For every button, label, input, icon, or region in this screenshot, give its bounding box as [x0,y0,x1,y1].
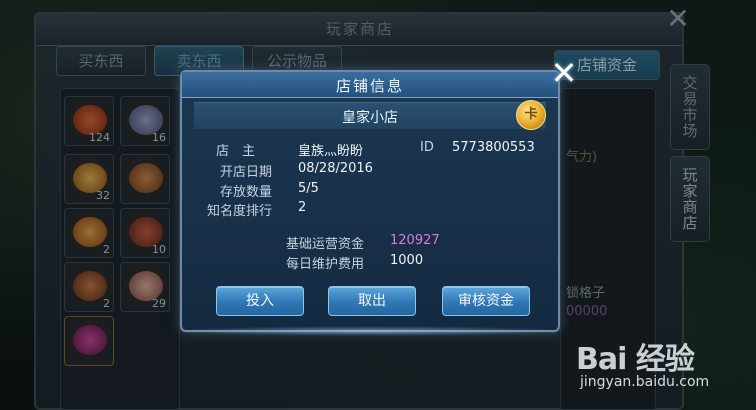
storage-value: 5/5 [298,181,319,196]
watermark-url: jingyan.baidu.com [580,374,710,390]
invest-button[interactable]: 投入 [216,286,304,316]
dialog-glow [170,326,570,336]
rank-label: 知名度排行 [207,204,273,219]
open-date-label: 开店日期 [220,165,273,180]
audit-funds-button[interactable]: 审核资金 [442,286,530,316]
owner-value: 皇族灬盼盼 [298,144,364,159]
id-label: ID [420,140,434,155]
dialog-title: 店铺信息 [335,77,404,95]
open-date-value: 08/28/2016 [298,161,373,176]
base-funds-value: 120927 [390,233,440,248]
shop-badge-icon[interactable]: 卡 [516,100,546,130]
storage-label: 存放数量 [220,185,273,200]
id-value: 5773800553 [452,140,535,155]
rank-value: 2 [298,200,307,215]
daily-fee-value: 1000 [390,253,424,268]
owner-label: 店 主 [216,144,256,159]
close-icon[interactable]: ✕ [548,57,580,90]
withdraw-button[interactable]: 取出 [328,286,416,316]
shop-name: 皇家小店 [342,110,398,126]
watermark-logo: Bai 经验 [576,342,695,377]
base-funds-label: 基础运营资金 [286,237,365,252]
daily-fee-label: 每日维护费用 [286,257,365,272]
